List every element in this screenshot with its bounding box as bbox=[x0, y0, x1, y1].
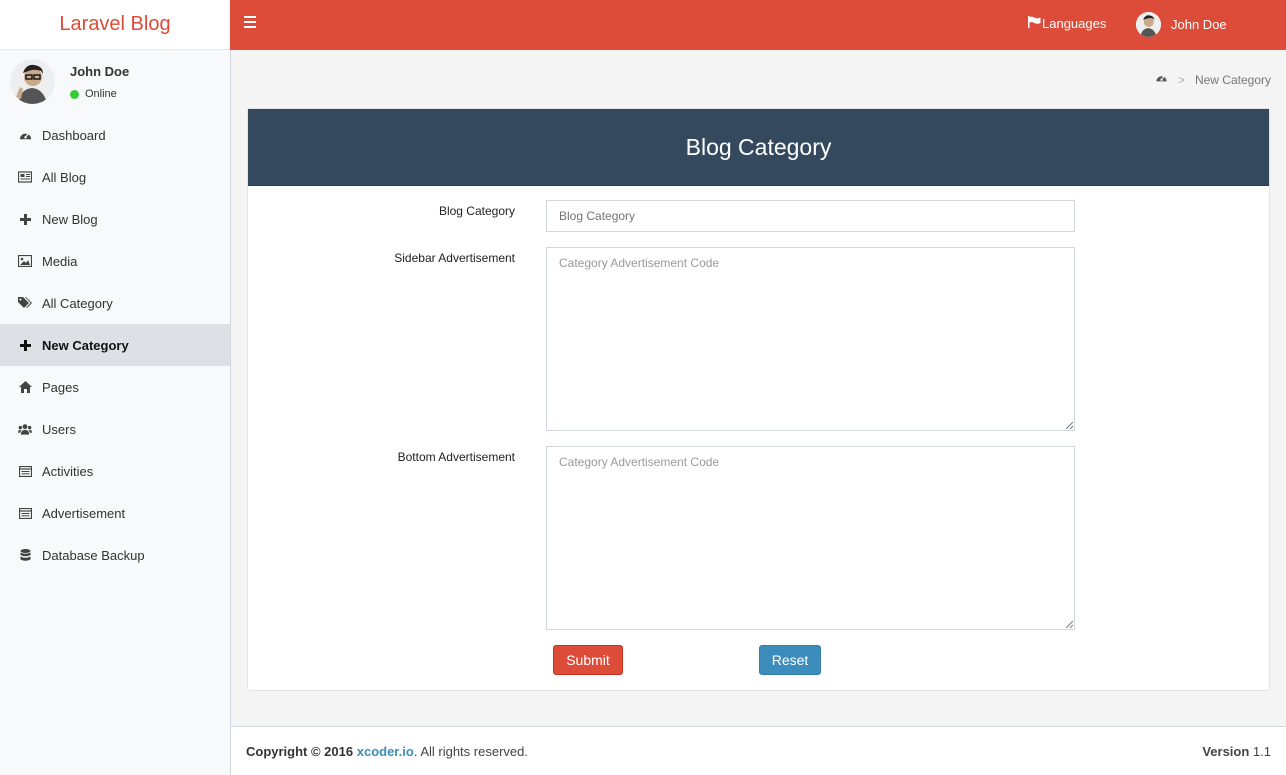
newspaper-icon bbox=[18, 170, 32, 184]
header-avatar bbox=[1136, 12, 1161, 37]
app-logo[interactable]: Laravel Blog bbox=[0, 0, 230, 50]
blog-category-input[interactable] bbox=[546, 200, 1075, 232]
sidebar-item-all-category[interactable]: All Category bbox=[0, 282, 230, 324]
dashboard-icon[interactable] bbox=[1155, 72, 1168, 87]
plus-icon bbox=[18, 212, 32, 226]
sidebar-item-label: Dashboard bbox=[42, 127, 106, 143]
sidebar-item-media[interactable]: Media bbox=[0, 240, 230, 282]
tags-icon bbox=[18, 296, 32, 310]
breadcrumb-separator: > bbox=[1177, 72, 1185, 87]
version-value: 1.1 bbox=[1252, 744, 1271, 759]
sidebar-item-label: Pages bbox=[42, 379, 79, 395]
sidebar-item-label: Media bbox=[42, 253, 78, 269]
copyright-rights: . All rights reserved. bbox=[413, 744, 528, 759]
sidebar-item-label: New Category bbox=[42, 337, 129, 353]
list-icon bbox=[18, 506, 32, 520]
bottom-ad-placeholder: Category Advertisement Code bbox=[559, 455, 720, 469]
sidebar-item-users[interactable]: Users bbox=[0, 408, 230, 450]
version-label: Version bbox=[1202, 744, 1250, 759]
sidebar-item-label: Advertisement bbox=[42, 505, 126, 521]
xcoder-link[interactable]: xcoder.io bbox=[357, 744, 414, 759]
bottom-ad-label: Bottom Advertisement bbox=[397, 450, 515, 464]
bottom-ad-textarea[interactable]: Category Advertisement Code bbox=[546, 446, 1075, 630]
resize-grip-icon[interactable] bbox=[1065, 620, 1073, 628]
resize-grip-icon[interactable] bbox=[1065, 421, 1073, 429]
version: Version 1.1 bbox=[1202, 744, 1271, 759]
sidebar-ad-placeholder: Category Advertisement Code bbox=[559, 256, 720, 270]
sidebar-item-label: Activities bbox=[42, 463, 94, 479]
sidebar-menu: Dashboard All Blog New Blog Media All Ca… bbox=[0, 114, 230, 576]
blog-category-form: Blog Category Blog Category Sidebar Adve… bbox=[247, 108, 1270, 691]
category-label: Blog Category bbox=[438, 204, 515, 218]
copyright: Copyright © 2016 xcoder.io. All rights r… bbox=[246, 744, 528, 759]
users-icon bbox=[18, 422, 32, 436]
sidebar: Laravel Blog John Doe Online Dashboard A… bbox=[0, 0, 231, 775]
header-user-name: John Doe bbox=[1171, 17, 1227, 32]
sidebar-item-pages[interactable]: Pages bbox=[0, 366, 230, 408]
breadcrumb-current: New Category bbox=[1194, 72, 1271, 87]
languages-menu[interactable]: Languages bbox=[1028, 16, 1106, 31]
user-status-text: Online bbox=[85, 88, 117, 100]
sidebar-item-all-blog[interactable]: All Blog bbox=[0, 156, 230, 198]
sidebar-item-label: All Blog bbox=[42, 169, 87, 185]
sidebar-item-dashboard[interactable]: Dashboard bbox=[0, 114, 230, 156]
sidebar-ad-textarea[interactable]: Category Advertisement Code bbox=[546, 247, 1075, 431]
sidebar-item-new-blog[interactable]: New Blog bbox=[0, 198, 230, 240]
list-icon bbox=[18, 464, 32, 478]
submit-button[interactable]: Submit bbox=[553, 645, 623, 675]
menu-toggle-icon[interactable] bbox=[244, 16, 256, 28]
plus-icon bbox=[18, 338, 32, 352]
reset-button[interactable]: Reset bbox=[759, 645, 821, 675]
sidebar-item-advertisement[interactable]: Advertisement bbox=[0, 492, 230, 534]
sidebar-item-activities[interactable]: Activities bbox=[0, 450, 230, 492]
sidebar-item-label: Users bbox=[42, 421, 76, 437]
form-title: Blog Category bbox=[248, 109, 1269, 186]
home-icon bbox=[18, 380, 32, 394]
footer: Copyright © 2016 xcoder.io. All rights r… bbox=[231, 726, 1286, 775]
sidebar-item-label: Database Backup bbox=[42, 547, 145, 563]
image-icon bbox=[18, 254, 32, 268]
breadcrumb: > New Category bbox=[1155, 72, 1271, 87]
header-user-menu[interactable]: John Doe bbox=[1136, 12, 1227, 37]
top-navbar: Languages John Doe bbox=[230, 0, 1286, 50]
sidebar-ad-label: Sidebar Advertisement bbox=[394, 251, 515, 265]
flag-icon bbox=[1028, 16, 1041, 31]
sidebar-item-database-backup[interactable]: Database Backup bbox=[0, 534, 230, 576]
sidebar-item-label: New Blog bbox=[42, 211, 98, 227]
user-name: John Doe bbox=[70, 64, 130, 79]
copyright-prefix: Copyright © 2016 bbox=[246, 744, 354, 759]
sidebar-item-new-category[interactable]: New Category bbox=[0, 324, 230, 366]
sidebar-item-label: All Category bbox=[42, 295, 113, 311]
database-icon bbox=[18, 548, 32, 562]
user-status: Online bbox=[70, 88, 117, 100]
user-avatar bbox=[10, 59, 55, 104]
dashboard-icon bbox=[18, 128, 32, 142]
online-dot-icon bbox=[70, 89, 79, 99]
languages-label: Languages bbox=[1042, 16, 1107, 31]
user-panel: John Doe Online bbox=[0, 50, 230, 114]
